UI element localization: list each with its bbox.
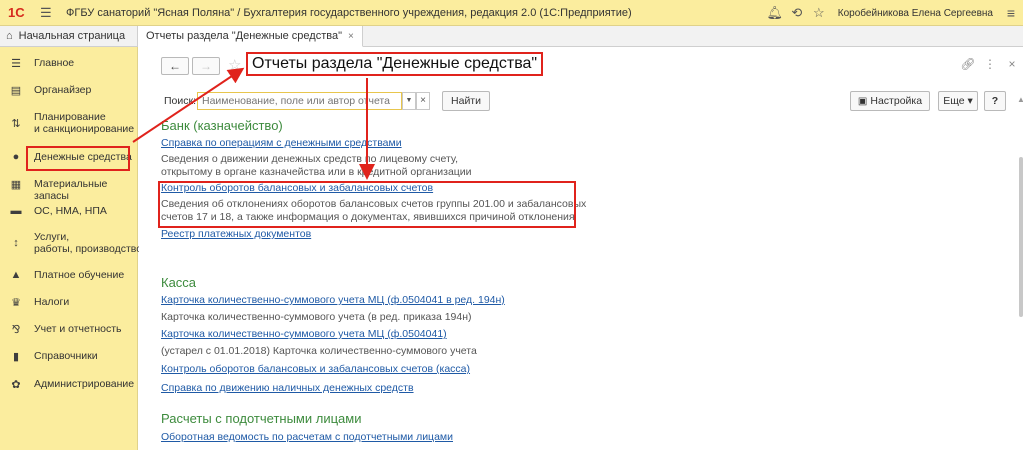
report-link[interactable]: Контроль оборотов балансовых и забалансо…: [161, 363, 470, 375]
more-label: Еще: [943, 95, 965, 107]
history-icon[interactable]: ⟲: [786, 5, 808, 21]
back-button[interactable]: ←: [161, 57, 189, 75]
settings-icon: ▣: [857, 96, 868, 107]
section-title-accountable: Расчеты с подотчетными лицами: [161, 411, 362, 426]
planning-icon: ⇅: [11, 118, 21, 130]
forward-button[interactable]: →: [192, 57, 220, 75]
bell-icon[interactable]: 🔔︎: [764, 5, 786, 21]
sidebar-item-main[interactable]: ☰ Главное: [0, 56, 138, 70]
sidebar-item-label: Налоги: [34, 296, 70, 308]
close-icon[interactable]: ×: [1001, 57, 1023, 71]
main-content: ← → ☆ Отчеты раздела "Денежные средства"…: [139, 47, 1023, 450]
report-link[interactable]: Карточка количественно-суммового учета М…: [161, 294, 505, 306]
taxes-icon: ♛: [11, 296, 21, 309]
window-title: ФГБУ санаторий "Ясная Поляна" / Бухгалте…: [66, 6, 632, 19]
sidebar-item-label: ОС, НМА, НПА: [34, 205, 107, 217]
clear-icon[interactable]: ×: [416, 92, 430, 110]
report-description: открытому в органе казначейства или в кр…: [161, 166, 472, 178]
sidebar: ☰ Главное ▤ Органайзер ⇅ Планирование и …: [0, 47, 142, 450]
report-description: Карточка количественно-суммового учета (…: [161, 311, 472, 323]
sidebar-item-planning[interactable]: ⇅ Планирование и санкционирование: [0, 110, 138, 136]
sidebar-item-admin[interactable]: ✿ Администрирование: [0, 377, 138, 391]
find-button[interactable]: Найти: [442, 91, 490, 111]
search-input[interactable]: [197, 92, 402, 110]
sidebar-item-stock[interactable]: ▦ Материальные запасы: [0, 177, 138, 202]
scrollbar-thumb[interactable]: [1019, 157, 1023, 317]
sidebar-item-services[interactable]: ↕ Услуги, работы, производство: [0, 230, 142, 256]
education-icon: ▲: [10, 269, 22, 281]
close-icon[interactable]: ×: [348, 31, 354, 42]
report-highlight-box: [158, 181, 576, 228]
tab-reports-label: Отчеты раздела "Денежные средства": [146, 30, 343, 42]
scroll-up-icon[interactable]: ▲: [1017, 95, 1023, 104]
admin-gear-icon: ✿: [11, 378, 21, 391]
money-highlight-box: [26, 146, 130, 171]
truck-icon: ▬: [10, 205, 22, 217]
report-link[interactable]: Оборотная ведомость по расчетам с подотч…: [161, 431, 453, 443]
sidebar-item-label: Администрирование: [34, 378, 135, 390]
tab-reports-money[interactable]: Отчеты раздела "Денежные средства" ×: [138, 26, 363, 47]
tab-home-label: Начальная страница: [18, 30, 126, 42]
report-link[interactable]: Справка по операциям с денежными средств…: [161, 137, 402, 149]
home-icon: ⌂: [6, 30, 13, 42]
title-bar: 1С ☰ ФГБУ санаторий "Ясная Поляна" / Бух…: [0, 0, 1023, 26]
report-link[interactable]: Реестр платежных документов: [161, 228, 311, 240]
settings-button[interactable]: ▣ Настройка: [850, 91, 930, 111]
search-label: Поиск:: [164, 95, 197, 107]
books-icon: ▮: [12, 350, 20, 363]
report-description: (устарел с 01.01.2018) Карточка количест…: [161, 345, 477, 357]
sidebar-item-label: Услуги, работы, производство: [34, 231, 143, 255]
sidebar-item-taxes[interactable]: ♛ Налоги: [0, 295, 138, 309]
stock-icon: ▦: [10, 178, 22, 191]
sidebar-item-references[interactable]: ▮ Справочники: [0, 349, 138, 363]
report-link[interactable]: Карточка количественно-суммового учета М…: [161, 328, 447, 340]
section-title-bank: Банк (казначейство): [161, 118, 283, 133]
sidebar-item-label: Справочники: [34, 350, 98, 362]
app-logo: 1С: [8, 5, 25, 20]
page-title: Отчеты раздела "Денежные средства": [246, 52, 544, 76]
link-icon[interactable]: 🔗︎: [957, 57, 979, 71]
menu-icon[interactable]: ≡: [999, 5, 1023, 21]
organizer-icon: ▤: [10, 84, 22, 97]
settings-label: Настройка: [870, 95, 923, 107]
sidebar-item-label: Учет и отчетность: [34, 323, 122, 335]
sidebar-item-accounting[interactable]: ⅋ Учет и отчетность: [0, 322, 138, 336]
money-icon: ●: [12, 151, 20, 163]
main-menu-icon[interactable]: ☰: [40, 5, 54, 21]
tab-bar: ⌂ Начальная страница Отчеты раздела "Ден…: [0, 26, 1023, 47]
sidebar-item-label: Платное обучение: [34, 269, 125, 281]
chevron-down-icon[interactable]: ▼: [402, 92, 416, 110]
accounting-icon: ⅋: [11, 323, 21, 336]
help-button[interactable]: ?: [984, 91, 1006, 111]
services-icon: ↕: [13, 237, 19, 249]
sidebar-item-label: Органайзер: [34, 84, 92, 96]
hamburger-icon: ☰: [11, 57, 21, 70]
star-icon[interactable]: ☆: [808, 5, 830, 21]
current-user[interactable]: Коробейникова Елена Сергеевна: [838, 8, 993, 19]
report-description: Сведения о движении денежных средств по …: [161, 153, 459, 165]
sidebar-item-label: Материальные запасы: [34, 178, 108, 202]
report-link[interactable]: Справка по движению наличных денежных ср…: [161, 382, 414, 394]
section-title-cash: Касса: [161, 275, 197, 290]
sidebar-item-assets[interactable]: ▬ ОС, НМА, НПА: [0, 204, 138, 218]
sidebar-item-education[interactable]: ▲ Платное обучение: [0, 268, 138, 282]
sidebar-item-organizer[interactable]: ▤ Органайзер: [0, 83, 138, 97]
more-button[interactable]: Еще ▾: [938, 91, 978, 111]
sidebar-item-label: Главное: [34, 57, 75, 69]
tab-home[interactable]: ⌂ Начальная страница: [0, 26, 138, 46]
sidebar-item-label: Планирование и санкционирование: [34, 111, 135, 135]
more-vertical-icon[interactable]: ⋮: [979, 57, 1001, 71]
favorite-star-icon[interactable]: ☆: [228, 56, 241, 74]
